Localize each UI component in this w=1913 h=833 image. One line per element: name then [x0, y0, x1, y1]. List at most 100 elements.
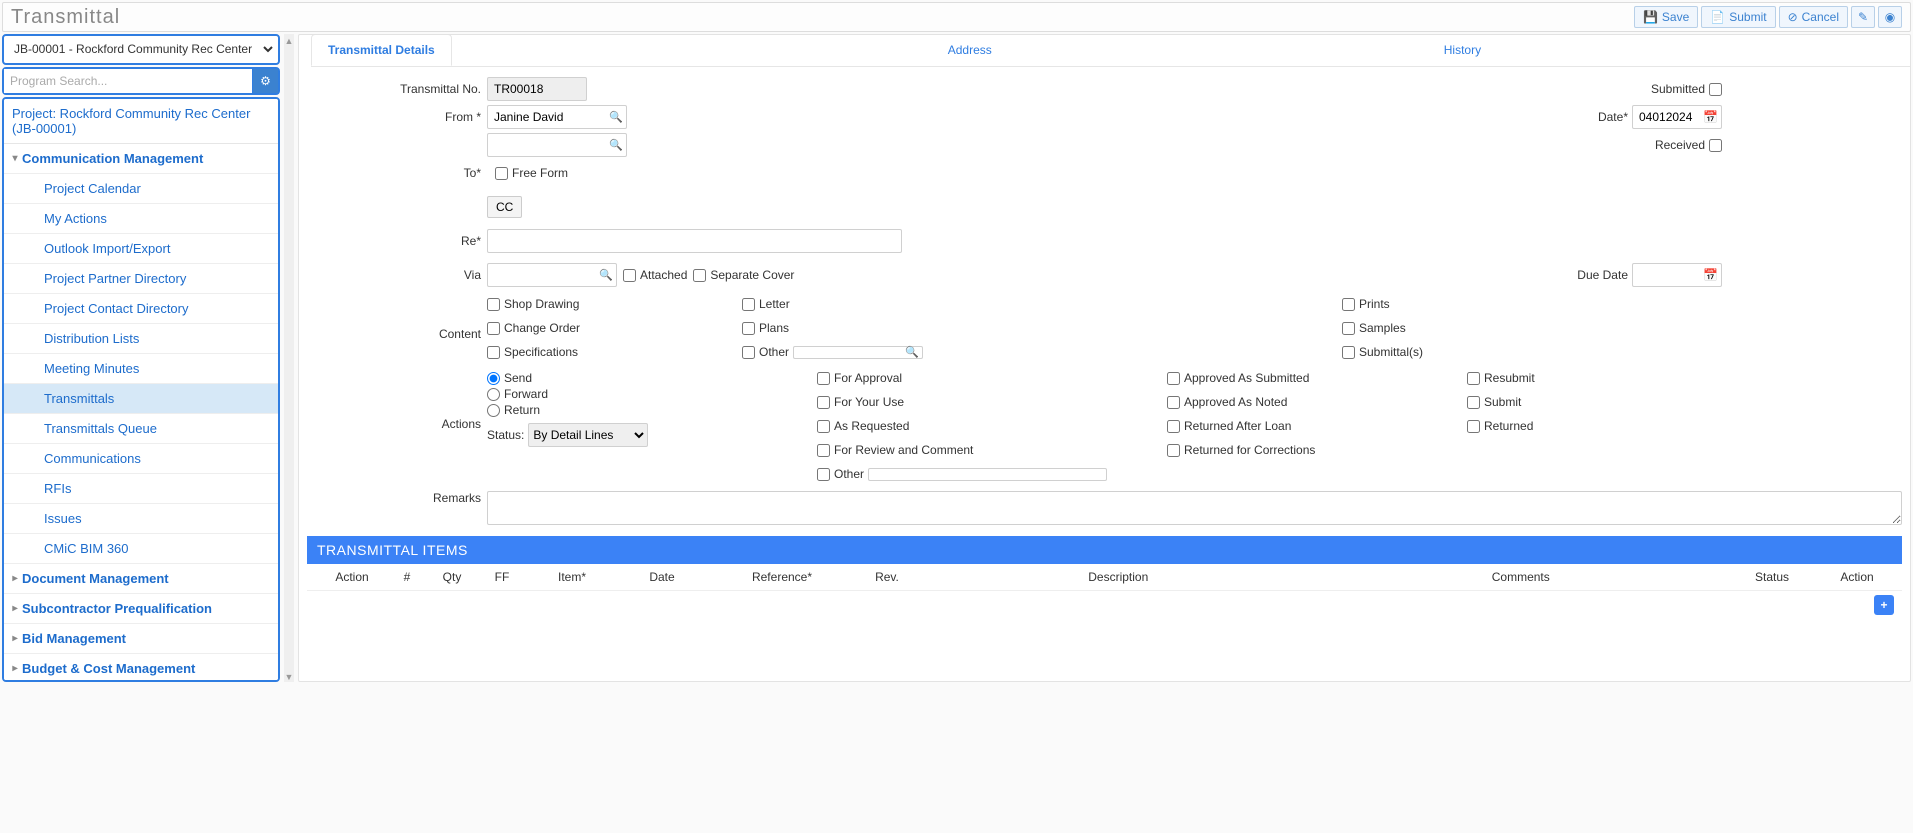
samples-label: Samples: [1359, 321, 1406, 335]
content-label: Content: [307, 297, 487, 341]
caret-right-icon: ▸: [8, 573, 22, 584]
specifications-checkbox[interactable]: [487, 346, 500, 359]
from-field[interactable]: [487, 105, 627, 129]
tree-subitem[interactable]: Transmittals: [4, 384, 278, 414]
submitted-checkbox[interactable]: [1709, 83, 1722, 96]
tree-subitem[interactable]: Project Calendar: [4, 174, 278, 204]
for-approval-checkbox[interactable]: [817, 372, 830, 385]
tree-subitem[interactable]: Communications: [4, 444, 278, 474]
re-label: Re*: [307, 234, 487, 248]
cancel-button[interactable]: ⊘ Cancel: [1779, 6, 1848, 28]
returned-loan-checkbox[interactable]: [1167, 420, 1180, 433]
submittals-checkbox[interactable]: [1342, 346, 1355, 359]
from-lookup-icon[interactable]: 🔍: [609, 111, 623, 124]
content-other-lookup-icon[interactable]: 🔍: [905, 346, 919, 359]
forward-radio[interactable]: [487, 388, 500, 401]
re-field[interactable]: [487, 229, 902, 253]
items-column-header: FF: [477, 570, 527, 584]
free-form-checkbox[interactable]: [495, 167, 508, 180]
to-label: To*: [307, 166, 487, 180]
items-column-header: #: [387, 570, 427, 584]
date-picker-icon[interactable]: 📅: [1703, 110, 1718, 124]
collapse-sidebar-up[interactable]: ▲: [285, 36, 294, 46]
actions-other-field[interactable]: [868, 468, 1107, 481]
tree-subitem[interactable]: My Actions: [4, 204, 278, 234]
caret-right-icon: ▸: [8, 663, 22, 674]
tree-subitem[interactable]: Issues: [4, 504, 278, 534]
return-radio[interactable]: [487, 404, 500, 417]
received-checkbox[interactable]: [1709, 139, 1722, 152]
search-settings-button[interactable]: ⚙: [252, 69, 278, 93]
tab[interactable]: Transmittal Details: [311, 34, 452, 66]
approved-noted-checkbox[interactable]: [1167, 396, 1180, 409]
resubmit-checkbox[interactable]: [1467, 372, 1480, 385]
items-column-header: Date: [617, 570, 707, 584]
samples-checkbox[interactable]: [1342, 322, 1355, 335]
items-column-header: Item*: [527, 570, 617, 584]
tree-subitem[interactable]: Outlook Import/Export: [4, 234, 278, 264]
actions-other-label: Other: [834, 467, 864, 481]
tree-section[interactable]: ▾Communication Management: [4, 144, 278, 174]
status-select[interactable]: By Detail Lines: [528, 423, 648, 447]
project-selector[interactable]: JB-00001 - Rockford Community Rec Center: [6, 37, 276, 61]
tree-subitem[interactable]: CMiC BIM 360: [4, 534, 278, 564]
returned-corrections-label: Returned for Corrections: [1184, 443, 1315, 457]
save-button[interactable]: 💾 Save: [1634, 6, 1698, 28]
tree-subitem[interactable]: RFIs: [4, 474, 278, 504]
submit-button[interactable]: 📄 Submit: [1701, 6, 1775, 28]
for-approval-label: For Approval: [834, 371, 902, 385]
actions-other-checkbox[interactable]: [817, 468, 830, 481]
send-label: Send: [504, 371, 532, 385]
received-label: Received: [1655, 138, 1705, 152]
tree-subitem[interactable]: Project Partner Directory: [4, 264, 278, 294]
send-radio[interactable]: [487, 372, 500, 385]
to-lookup-icon[interactable]: 🔍: [609, 139, 623, 152]
tree-subitem[interactable]: Project Contact Directory: [4, 294, 278, 324]
to-field[interactable]: [487, 133, 627, 157]
returned-checkbox[interactable]: [1467, 420, 1480, 433]
for-your-use-checkbox[interactable]: [817, 396, 830, 409]
submit-icon: 📄: [1710, 10, 1725, 24]
returned-loan-label: Returned After Loan: [1184, 419, 1291, 433]
content-other-checkbox[interactable]: [742, 346, 755, 359]
for-your-use-label: For Your Use: [834, 395, 904, 409]
tree-section[interactable]: ▸Budget & Cost Management: [4, 654, 278, 682]
tree-section[interactable]: ▸Document Management: [4, 564, 278, 594]
add-item-button[interactable]: +: [1874, 595, 1894, 615]
change-order-checkbox[interactable]: [487, 322, 500, 335]
resubmit-label: Resubmit: [1484, 371, 1535, 385]
for-review-checkbox[interactable]: [817, 444, 830, 457]
letter-checkbox[interactable]: [742, 298, 755, 311]
tab[interactable]: Address: [932, 35, 1008, 66]
cc-button[interactable]: CC: [487, 196, 522, 218]
tree-section[interactable]: ▸Subcontractor Prequalification: [4, 594, 278, 624]
program-search-input[interactable]: [4, 69, 252, 93]
items-column-header: Rev.: [857, 570, 917, 584]
tree-subitem[interactable]: Distribution Lists: [4, 324, 278, 354]
edit-icon-button[interactable]: ✎: [1851, 6, 1875, 28]
remarks-field[interactable]: [487, 491, 1902, 525]
user-icon-button[interactable]: ◉: [1878, 6, 1902, 28]
plans-checkbox[interactable]: [742, 322, 755, 335]
attached-checkbox[interactable]: [623, 269, 636, 282]
tree-subitem[interactable]: Meeting Minutes: [4, 354, 278, 384]
returned-corrections-checkbox[interactable]: [1167, 444, 1180, 457]
due-date-picker-icon[interactable]: 📅: [1703, 268, 1718, 282]
prints-checkbox[interactable]: [1342, 298, 1355, 311]
separate-cover-checkbox[interactable]: [693, 269, 706, 282]
submitted-label: Submitted: [1651, 82, 1705, 96]
tree-section[interactable]: ▸Bid Management: [4, 624, 278, 654]
project-header[interactable]: Project: Rockford Community Rec Center (…: [4, 99, 278, 144]
action-submit-checkbox[interactable]: [1467, 396, 1480, 409]
tab[interactable]: History: [1428, 35, 1497, 66]
via-field[interactable]: [487, 263, 617, 287]
content-other-field[interactable]: [793, 346, 923, 359]
as-requested-checkbox[interactable]: [817, 420, 830, 433]
shop-drawing-checkbox[interactable]: [487, 298, 500, 311]
approved-submitted-checkbox[interactable]: [1167, 372, 1180, 385]
tree-subitem[interactable]: Transmittals Queue: [4, 414, 278, 444]
collapse-sidebar-down[interactable]: ▼: [285, 672, 294, 682]
shop-drawing-label: Shop Drawing: [504, 297, 579, 311]
items-column-row: Action#QtyFFItem*DateReference*Rev.Descr…: [307, 564, 1902, 591]
via-lookup-icon[interactable]: 🔍: [599, 269, 613, 282]
